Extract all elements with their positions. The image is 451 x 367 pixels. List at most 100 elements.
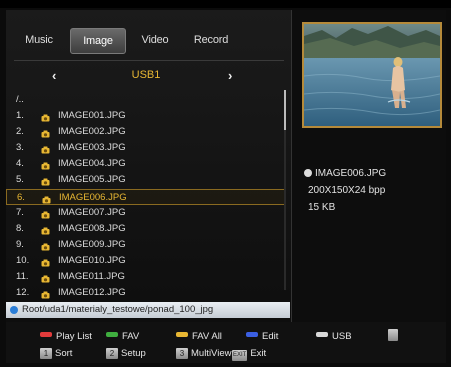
file-list: /.. 1. IMAGE001.JPG 2. IMAGE002.JPG 3. IMAGE0… (6, 92, 286, 301)
file-list-item[interactable]: 3. IMAGE003.JPG (6, 140, 286, 156)
file-index: 3. (16, 142, 24, 154)
file-list-item[interactable]: 7. IMAGE007.JPG (6, 205, 286, 221)
setup-hint[interactable]: 2 Setup (106, 348, 146, 360)
key-1-icon: 1 (40, 348, 52, 359)
multiview-label: MultiView (191, 348, 232, 359)
image-info: IMAGE006.JPG 200X150X24 bpp 15 KB (304, 165, 386, 216)
usb-label: USB (332, 331, 352, 342)
image-file-icon (42, 194, 51, 204)
tab-image[interactable]: Image (70, 28, 126, 54)
parent-directory-item[interactable]: /.. (6, 92, 286, 108)
preview-panel: IMAGE006.JPG 200X150X24 bpp 15 KB (292, 10, 446, 322)
file-name: IMAGE008.JPG (58, 222, 126, 234)
file-index: 8. (16, 222, 24, 234)
file-list-item[interactable]: 5. IMAGE005.JPG (6, 172, 286, 188)
usb-hint[interactable]: USB (316, 331, 352, 343)
file-list-item[interactable]: 10. IMAGE010.JPG (6, 253, 286, 269)
file-index: 9. (16, 238, 24, 250)
preview-photo (304, 24, 440, 126)
exit-hint[interactable]: EXIT Exit (232, 348, 266, 361)
file-index: 2. (16, 126, 24, 138)
image-file-icon (41, 112, 50, 122)
current-path: Root/uda1/materialy_testowe/ponad_100_jp… (22, 304, 214, 315)
file-list-item[interactable]: 9. IMAGE009.JPG (6, 237, 286, 253)
file-list-item[interactable]: 6. IMAGE006.JPG (6, 188, 286, 205)
file-name: IMAGE004.JPG (58, 158, 126, 170)
folder-icon (10, 306, 18, 314)
yellow-key-icon (176, 332, 188, 337)
image-file-icon (41, 289, 50, 299)
image-file-icon (41, 160, 50, 170)
key-3-icon: 3 (176, 348, 188, 359)
device-name: USB1 (131, 69, 161, 81)
scrollbar-thumb[interactable] (284, 90, 286, 130)
image-file-icon (41, 241, 50, 251)
media-player-screen: Music Image Video Record ‹ USB1 › /.. 1.… (6, 10, 446, 363)
tab-record[interactable]: Record (186, 28, 236, 52)
red-key-icon (40, 332, 52, 337)
play-list-hint[interactable]: Play List (40, 331, 92, 343)
file-index: 12. (16, 287, 30, 299)
image-file-icon (41, 209, 50, 219)
image-file-icon (41, 273, 50, 283)
multiview-hint[interactable]: 3 MultiView (176, 348, 231, 360)
image-name: IMAGE006.JPG (315, 168, 387, 179)
file-index: 5. (16, 174, 24, 186)
file-name: IMAGE006.JPG (59, 191, 127, 203)
file-index: 10. (16, 254, 30, 266)
blue-key-icon (246, 332, 258, 337)
file-index: 7. (16, 206, 24, 218)
tab-video[interactable]: Video (132, 28, 178, 52)
file-name: IMAGE001.JPG (58, 110, 126, 122)
file-list-item[interactable]: 11. IMAGE011.JPG (6, 269, 286, 285)
top-frame (0, 0, 451, 8)
file-name: IMAGE011.JPG (58, 271, 125, 283)
parent-directory-label: /.. (16, 94, 24, 105)
image-preview (302, 22, 442, 128)
file-name: IMAGE005.JPG (58, 174, 126, 186)
image-resolution: 200X150X24 bpp (308, 185, 386, 196)
file-index: 4. (16, 158, 24, 170)
file-browser-panel: Music Image Video Record ‹ USB1 › /.. 1.… (6, 10, 292, 322)
file-list-item[interactable]: 4. IMAGE004.JPG (6, 156, 286, 172)
fav-all-label: FAV All (192, 331, 222, 342)
image-file-icon (41, 225, 50, 235)
sort-label: Sort (55, 348, 73, 359)
info-key-icon[interactable] (388, 329, 398, 341)
file-name: IMAGE009.JPG (58, 238, 126, 250)
exit-key-icon: EXIT (232, 350, 248, 361)
chevron-left-icon[interactable]: ‹ (52, 68, 56, 83)
scrollbar[interactable] (284, 90, 286, 290)
file-name: IMAGE003.JPG (58, 142, 126, 154)
file-name: IMAGE002.JPG (58, 126, 126, 138)
sort-hint[interactable]: 1 Sort (40, 348, 72, 360)
exit-label: Exit (250, 348, 267, 359)
file-name: IMAGE010.JPG (58, 254, 126, 266)
file-list-item[interactable]: 1. IMAGE001.JPG (6, 108, 286, 124)
tabs-divider (14, 60, 284, 61)
fav-all-hint[interactable]: FAV All (176, 331, 222, 343)
device-selector: ‹ USB1 › (6, 68, 291, 84)
edit-hint[interactable]: Edit (246, 331, 278, 343)
file-name: IMAGE012.JPG (58, 287, 126, 299)
path-bar: Root/uda1/materialy_testowe/ponad_100_jp… (6, 302, 290, 318)
image-file-icon (41, 176, 50, 186)
image-file-icon (41, 128, 50, 138)
footer-hints: Play List FAV FAV All Edit USB 1 Sort 2 Se… (6, 325, 446, 363)
file-list-item[interactable]: 8. IMAGE008.JPG (6, 221, 286, 237)
fav-hint[interactable]: FAV (106, 331, 139, 343)
key-2-icon: 2 (106, 348, 118, 359)
info-bullet-icon (304, 169, 312, 177)
tab-music[interactable]: Music (16, 28, 62, 52)
file-index: 1. (16, 110, 24, 122)
white-key-icon (316, 332, 328, 337)
image-file-icon (41, 257, 50, 267)
file-name: IMAGE007.JPG (58, 206, 126, 218)
green-key-icon (106, 332, 118, 337)
file-list-item[interactable]: 2. IMAGE002.JPG (6, 124, 286, 140)
media-tabs: Music Image Video Record (6, 20, 291, 54)
file-index: 6. (17, 191, 25, 203)
file-list-item[interactable]: 12. IMAGE012.JPG (6, 285, 286, 301)
image-file-icon (41, 144, 50, 154)
chevron-right-icon[interactable]: › (228, 68, 232, 83)
